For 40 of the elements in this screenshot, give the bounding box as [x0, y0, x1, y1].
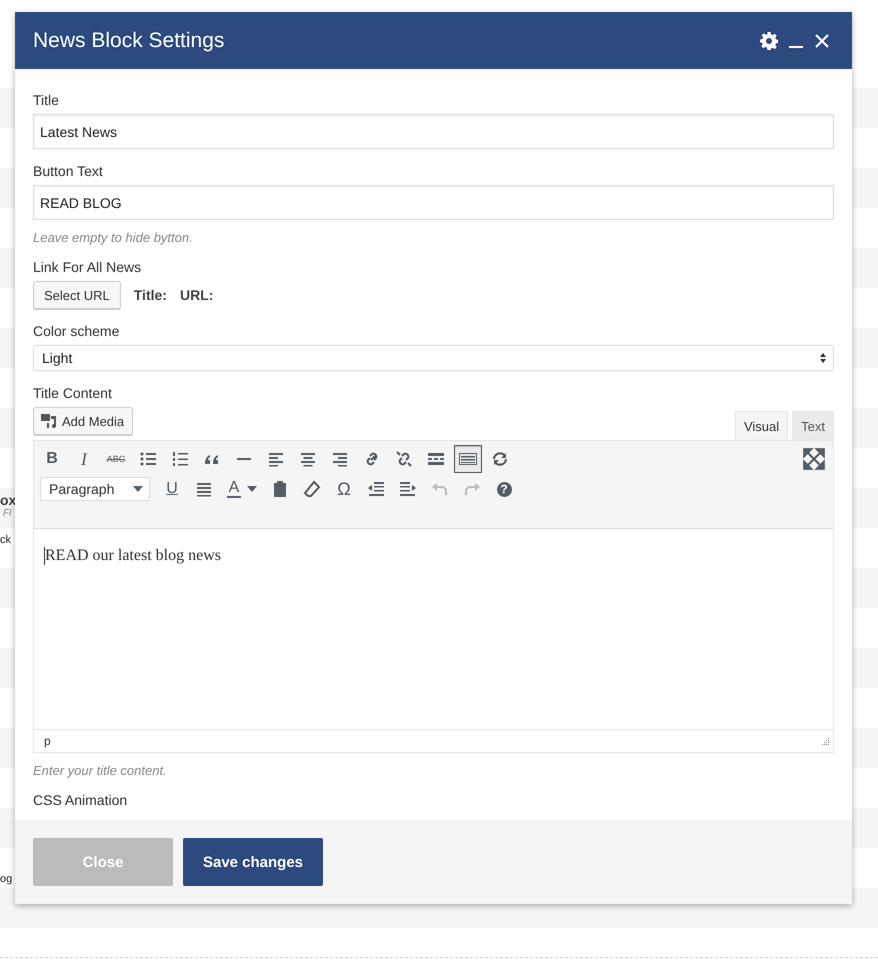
field-label: Link For All News: [33, 259, 142, 275]
color-scheme-dropdown[interactable]: Light: [33, 345, 834, 371]
url-label: URL:: [180, 287, 214, 303]
text-field[interactable]: Latest News: [33, 114, 834, 149]
paragraph-format-dropdown[interactable]: Paragraph: [40, 477, 150, 501]
field-label: CSS Animation: [33, 792, 128, 808]
window-title: News Block Settings: [33, 28, 226, 52]
field-label: Title Content: [33, 385, 112, 401]
background-text: ck: [0, 533, 11, 547]
title-label: Title:: [134, 287, 167, 303]
field-label: Button Text: [33, 163, 103, 179]
select-url-button[interactable]: Select URL: [33, 281, 121, 309]
close-icon[interactable]: [814, 32, 830, 48]
caret-icon: [133, 485, 143, 493]
field-hint: Leave empty to hide bytton.: [33, 230, 193, 245]
editor-tab[interactable]: Text: [792, 411, 834, 440]
omega-button[interactable]: Ω: [330, 475, 358, 503]
add-media-button[interactable]: Add Media: [33, 407, 134, 435]
help-button[interactable]: ?: [490, 475, 518, 503]
field-label: Color scheme: [33, 323, 120, 339]
settings-icon[interactable]: [760, 32, 778, 50]
strike-button[interactable]: ABC: [102, 445, 130, 473]
background-text: og: [0, 872, 12, 886]
toolbar-toggle-icon[interactable]: [454, 445, 482, 473]
italic-button[interactable]: I: [70, 445, 98, 473]
editor-tab[interactable]: Visual: [734, 411, 788, 440]
text-color-button[interactable]: A: [222, 475, 262, 503]
editor-text: READ our latest blog news: [45, 547, 221, 565]
underline-button[interactable]: U: [158, 475, 186, 503]
background-text: ox: [0, 493, 16, 507]
caret-icon: [247, 485, 258, 493]
field-label: Title: [33, 92, 59, 108]
save-button[interactable]: Save changes: [183, 838, 323, 886]
select-arrows-icon: [819, 352, 827, 364]
element-path: p: [44, 734, 51, 748]
media-icon: [40, 412, 57, 430]
background-text: Fl: [3, 507, 12, 521]
field-hint: Enter your title content.: [33, 763, 167, 778]
text-field[interactable]: READ BLOG: [33, 185, 834, 220]
bold-button[interactable]: B: [38, 445, 66, 473]
